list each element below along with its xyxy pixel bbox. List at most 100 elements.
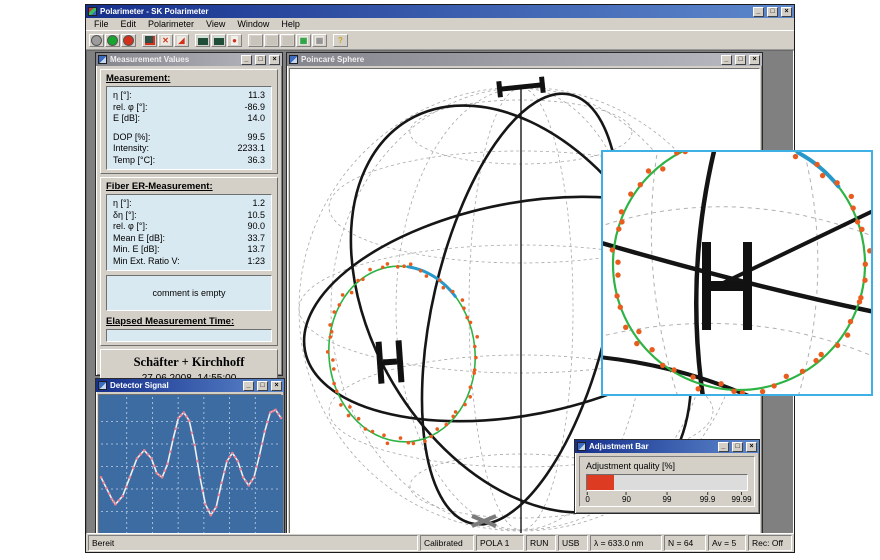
window-icon (98, 55, 107, 64)
minimize-button[interactable]: _ (718, 442, 729, 452)
screenshot-root: Polarimeter - SK Polarimeter _ □ × File … (0, 0, 880, 560)
status-n: N = 64 (664, 535, 706, 551)
close-button[interactable]: × (781, 7, 792, 17)
row-temp: Temp [°C]:36.3 (113, 155, 265, 167)
toolbar-separator (190, 34, 194, 47)
toolbar: ✕◢ ● ▦▦? (86, 30, 794, 50)
minimize-button[interactable]: _ (721, 55, 732, 65)
menu-view[interactable]: View (200, 19, 231, 29)
mark-point-button[interactable]: ◢ (174, 34, 189, 47)
maximize-button[interactable]: □ (767, 7, 778, 17)
row-min-ext-ratio: Min Ext. Ratio V:1:23 (113, 256, 265, 268)
app-icon (88, 7, 97, 16)
measurement-heading: Measurement: (106, 73, 272, 84)
measurement-values-window: Measurement Values _ □ × Measurement: η … (95, 52, 283, 376)
measurement-values-title: Measurement Values (110, 55, 238, 64)
status-run: RUN (526, 535, 556, 551)
save-button[interactable] (195, 34, 210, 47)
window-icon (98, 381, 107, 390)
adjustment-group: Adjustment quality [%] 0 90 99 99.9 99.9… (579, 456, 755, 507)
maximize-button[interactable]: □ (257, 381, 268, 391)
scale-label: 99.99 (732, 492, 752, 504)
inset-great-circles (603, 152, 871, 394)
minimize-button[interactable]: _ (243, 381, 254, 391)
maximize-button[interactable]: □ (732, 442, 743, 452)
record-button[interactable]: ● (227, 34, 242, 47)
detector-signal-titlebar[interactable]: Detector Signal _ □ × (96, 379, 284, 392)
comment-box[interactable]: comment is empty (106, 275, 272, 311)
fiber-er-section: Fiber ER-Measurement: η [°]:1.2 δη [°]:1… (100, 177, 278, 346)
row-rel-phi: rel. φ [°]:-86.9 (113, 102, 265, 114)
row-e-db: E [dB]:14.0 (113, 113, 265, 125)
measurement-box: η [°]:11.3 rel. φ [°]:-86.9 E [dB]:14.0 … (106, 86, 272, 170)
scale-label: 0 (585, 492, 589, 504)
adjustment-bar-window: Adjustment Bar _ □ × Adjustment quality … (574, 439, 760, 514)
adjustment-bar-titlebar[interactable]: Adjustment Bar _ □ × (575, 440, 759, 453)
status-ready: Bereit (88, 535, 418, 551)
zoom-inset (601, 150, 873, 396)
adjustment-fill (587, 475, 614, 490)
poincare-sphere-titlebar[interactable]: Poincaré Sphere _ □ × (287, 53, 762, 66)
status-device: POLA 1 (476, 535, 524, 551)
status-wavelength: λ = 633.0 nm (590, 535, 662, 551)
menu-edit[interactable]: Edit (115, 19, 143, 29)
fiber-er-heading: Fiber ER-Measurement: (106, 181, 272, 192)
camera-tool-button[interactable] (142, 34, 157, 47)
close-button[interactable]: × (746, 442, 757, 452)
toolbar-separator (137, 34, 141, 47)
status-average: Av = 5 (708, 535, 746, 551)
window-icon (577, 442, 586, 451)
row-mean-e: Mean E [dB]:33.7 (113, 233, 265, 245)
grid-off-button[interactable]: ▦ (312, 34, 327, 47)
adjustment-quality-bar (586, 474, 748, 491)
close-button[interactable]: × (749, 55, 760, 65)
elapsed-time-field[interactable] (106, 329, 272, 342)
status-record: Rec: Off (748, 535, 792, 551)
elapsed-time-heading: Elapsed Measurement Time: (106, 316, 272, 327)
toolbar-separator (328, 34, 332, 47)
app-titlebar[interactable]: Polarimeter - SK Polarimeter _ □ × (86, 5, 794, 18)
grid-on-button[interactable]: ▦ (296, 34, 311, 47)
row-delta-eta: δη [°]:10.5 (113, 210, 265, 222)
minimize-button[interactable]: _ (241, 55, 252, 65)
scale-label: 99.9 (700, 492, 716, 504)
tool-disabled-3[interactable] (280, 34, 295, 47)
measurement-values-titlebar[interactable]: Measurement Values _ □ × (96, 53, 282, 66)
adjustment-quality-label: Adjustment quality [%] (586, 461, 748, 471)
row-min-e: Min. E [dB]:13.7 (113, 244, 265, 256)
close-button[interactable]: × (271, 381, 282, 391)
close-button[interactable]: × (269, 55, 280, 65)
fiber-er-box: η [°]:1.2 δη [°]:10.5 rel. φ [°]:90.0 Me… (106, 194, 272, 271)
row-dop: DOP [%]:99.5 (113, 132, 265, 144)
help-button[interactable]: ? (333, 34, 348, 47)
menu-window[interactable]: Window (231, 19, 275, 29)
scale-label: 90 (622, 492, 631, 504)
row-intensity: Intensity:2233.1 (113, 143, 265, 155)
minimize-button[interactable]: _ (753, 7, 764, 17)
tool-disabled-2[interactable] (264, 34, 279, 47)
adjustment-bar-title: Adjustment Bar (589, 442, 715, 451)
menu-help[interactable]: Help (275, 19, 306, 29)
row-eta: η [°]:11.3 (113, 90, 265, 102)
detector-signal-window: Detector Signal _ □ × (95, 378, 285, 534)
save-as-button[interactable] (211, 34, 226, 47)
detector-signal-plot[interactable] (98, 394, 282, 534)
window-icon (289, 55, 298, 64)
detector-signal-canvas (99, 395, 283, 534)
spacer (113, 125, 265, 132)
maximize-button[interactable]: □ (255, 55, 266, 65)
stop-button[interactable] (89, 34, 104, 47)
toolbar-separator (243, 34, 247, 47)
clear-trace-button[interactable]: ✕ (158, 34, 173, 47)
h-state-marker (702, 242, 752, 330)
statusbar: Bereit Calibrated POLA 1 RUN USB λ = 633… (86, 534, 794, 552)
status-usb: USB (558, 535, 588, 551)
menu-file[interactable]: File (88, 19, 115, 29)
run-button[interactable] (105, 34, 120, 47)
tool-disabled-1[interactable] (248, 34, 263, 47)
inset-wireframe (603, 152, 871, 394)
menu-polarimeter[interactable]: Polarimeter (142, 19, 200, 29)
halt-button[interactable] (121, 34, 136, 47)
zoom-inset-canvas (603, 152, 871, 394)
maximize-button[interactable]: □ (735, 55, 746, 65)
